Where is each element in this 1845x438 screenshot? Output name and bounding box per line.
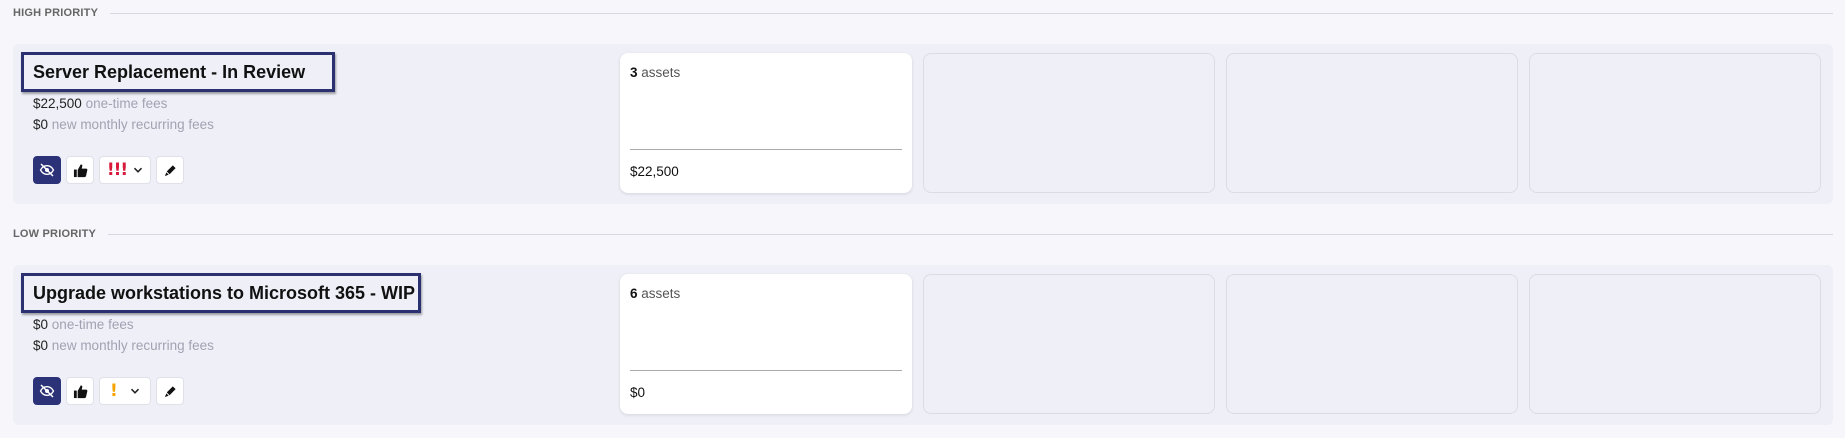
priority-dropdown[interactable]: ! bbox=[99, 377, 151, 405]
one-time-fees-label: one-time fees bbox=[85, 96, 168, 111]
monthly-fees-amount: $0 bbox=[33, 117, 49, 132]
section-label: LOW PRIORITY bbox=[13, 228, 97, 240]
thumbs-up-icon bbox=[73, 163, 88, 178]
empty-panel bbox=[1529, 53, 1821, 193]
asset-total: $22,500 bbox=[630, 164, 679, 179]
chevron-down-icon bbox=[130, 386, 140, 396]
project-title-box[interactable]: Upgrade workstations to Microsoft 365 - … bbox=[21, 273, 421, 313]
empty-panel bbox=[1529, 274, 1821, 414]
one-time-fees-label: one-time fees bbox=[51, 317, 134, 332]
project-card[interactable]: Upgrade workstations to Microsoft 365 - … bbox=[13, 265, 1833, 425]
asset-count-label: assets bbox=[641, 65, 681, 80]
section-divider bbox=[110, 12, 1833, 14]
hide-button[interactable] bbox=[33, 377, 61, 405]
section-label: HIGH PRIORITY bbox=[13, 7, 99, 19]
asset-total: $0 bbox=[630, 385, 646, 400]
project-actions: ! bbox=[33, 377, 184, 405]
monthly-fees-label: new monthly recurring fees bbox=[51, 117, 214, 132]
one-time-fees-amount: $22,500 bbox=[33, 96, 82, 111]
approve-button[interactable] bbox=[66, 156, 94, 184]
thumbs-up-icon bbox=[73, 384, 88, 399]
hide-button[interactable] bbox=[33, 156, 61, 184]
priority-indicator: !!! bbox=[106, 160, 128, 180]
monthly-fees: $0 new monthly recurring fees bbox=[33, 117, 214, 132]
eye-slash-icon bbox=[39, 383, 55, 399]
section-divider bbox=[108, 233, 1833, 235]
empty-panel bbox=[1226, 53, 1518, 193]
monthly-fees-amount: $0 bbox=[33, 338, 49, 353]
asset-summary-panel[interactable]: 3 assets $22,500 bbox=[620, 53, 912, 193]
monthly-fees: $0 new monthly recurring fees bbox=[33, 338, 214, 353]
empty-panel bbox=[1226, 274, 1518, 414]
asset-count: 6 assets bbox=[630, 286, 680, 301]
one-time-fees: $0 one-time fees bbox=[33, 317, 134, 332]
eye-slash-icon bbox=[39, 162, 55, 178]
asset-count-label: assets bbox=[641, 286, 681, 301]
chevron-down-icon bbox=[133, 165, 143, 175]
project-card[interactable]: Server Replacement - In Review $22,500 o… bbox=[13, 44, 1833, 204]
empty-panel bbox=[923, 274, 1215, 414]
project-actions: !!! bbox=[33, 156, 184, 184]
edit-button[interactable] bbox=[156, 377, 184, 405]
asset-count-value: 6 bbox=[630, 286, 638, 301]
section-header-high-priority: HIGH PRIORITY bbox=[13, 5, 1833, 21]
pencil-icon bbox=[164, 164, 177, 177]
approve-button[interactable] bbox=[66, 377, 94, 405]
pencil-icon bbox=[164, 385, 177, 398]
project-title-box[interactable]: Server Replacement - In Review bbox=[21, 52, 335, 92]
project-title: Server Replacement - In Review bbox=[33, 61, 306, 82]
asset-count-value: 3 bbox=[630, 65, 638, 80]
panel-divider bbox=[630, 149, 902, 150]
empty-panel bbox=[923, 53, 1215, 193]
priority-dropdown[interactable]: !!! bbox=[99, 156, 151, 184]
one-time-fees: $22,500 one-time fees bbox=[33, 96, 167, 111]
monthly-fees-label: new monthly recurring fees bbox=[51, 338, 214, 353]
priority-indicator: ! bbox=[110, 381, 118, 401]
edit-button[interactable] bbox=[156, 156, 184, 184]
panel-divider bbox=[630, 370, 902, 371]
asset-summary-panel[interactable]: 6 assets $0 bbox=[620, 274, 912, 414]
asset-count: 3 assets bbox=[630, 65, 680, 80]
one-time-fees-amount: $0 bbox=[33, 317, 49, 332]
section-header-low-priority: LOW PRIORITY bbox=[13, 226, 1833, 242]
project-title: Upgrade workstations to Microsoft 365 - … bbox=[33, 282, 416, 303]
